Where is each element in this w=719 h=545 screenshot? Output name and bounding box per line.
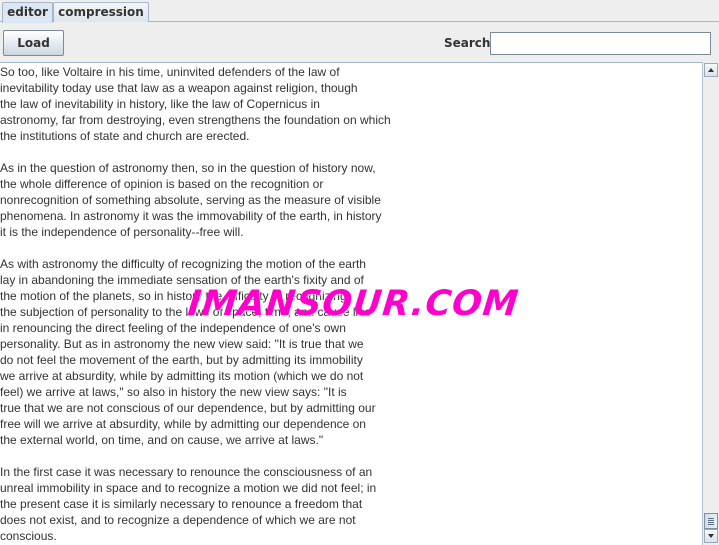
grip-icon	[708, 520, 714, 521]
scroll-up-button[interactable]	[704, 63, 718, 77]
arrow-down-icon	[708, 534, 714, 538]
editor-text: So too, like Voltaire in his time, uninv…	[0, 65, 391, 543]
scroll-down-button[interactable]	[704, 529, 718, 543]
arrow-up-icon	[708, 68, 714, 72]
search-label: Search	[444, 36, 491, 50]
search-input[interactable]	[490, 32, 711, 55]
load-button[interactable]: Load	[3, 30, 64, 56]
tab-editor[interactable]: editor	[2, 2, 53, 23]
grip-icon	[708, 522, 714, 523]
scroll-thumb[interactable]	[704, 513, 718, 529]
tab-bar: editor compression	[0, 0, 719, 23]
vertical-scrollbar[interactable]	[702, 62, 719, 545]
grip-icon	[708, 518, 714, 519]
toolbar: Load Search	[0, 22, 719, 62]
text-editor[interactable]: So too, like Voltaire in his time, uninv…	[0, 62, 702, 545]
tab-compression[interactable]: compression	[53, 2, 149, 22]
scroll-track[interactable]	[704, 77, 718, 529]
grip-icon	[708, 524, 714, 525]
